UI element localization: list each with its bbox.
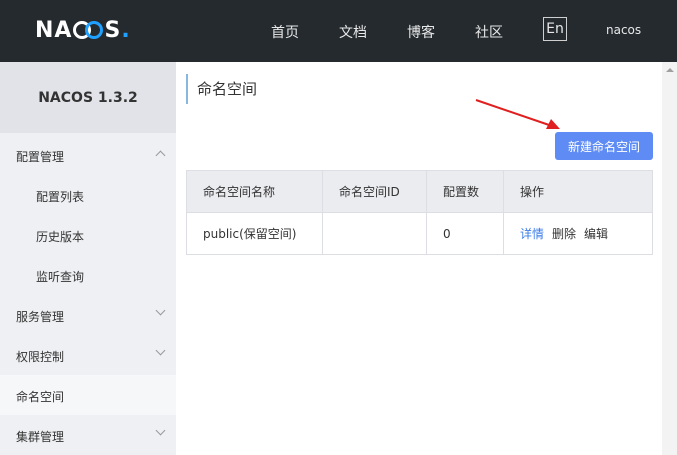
- sidebar-item-label: 配置管理: [16, 150, 65, 164]
- sidebar: NACOS 1.3.2 配置管理 配置列表 历史版本 监听查询 服务管理 权限控…: [0, 62, 176, 455]
- nav-docs[interactable]: 文档: [339, 22, 367, 42]
- top-navbar: NA S. 首页 文档 博客 社区 En nacos: [0, 0, 677, 62]
- logo-dot: .: [121, 17, 131, 43]
- create-namespace-button[interactable]: 新建命名空间: [555, 132, 653, 160]
- version-title: NACOS 1.3.2: [0, 62, 176, 133]
- sidebar-item-access-control[interactable]: 权限控制: [0, 335, 176, 375]
- chevron-up-icon: [155, 150, 166, 161]
- language-switch-button[interactable]: En: [543, 17, 567, 41]
- sidebar-item-service-management[interactable]: 服务管理: [0, 295, 176, 335]
- edit-link[interactable]: 编辑: [584, 227, 608, 241]
- sidebar-item-label: 权限控制: [16, 350, 65, 364]
- sidebar-item-label: 集群管理: [16, 430, 65, 444]
- actions-cell: 详情 删除 编辑: [503, 212, 653, 255]
- sidebar-item-cluster-management[interactable]: 集群管理: [0, 415, 176, 455]
- table-header-row: 命名空间名称 命名空间ID 配置数 操作: [186, 170, 653, 213]
- namespace-table: 命名空间名称 命名空间ID 配置数 操作 public(保留空间) 0 详情 删除…: [186, 170, 653, 255]
- column-header-actions: 操作: [503, 170, 653, 213]
- chevron-down-icon: [155, 305, 166, 316]
- logo-rings-icon: [73, 21, 104, 39]
- sidebar-item-history[interactable]: 历史版本: [0, 215, 176, 255]
- sidebar-item-label: 服务管理: [16, 310, 65, 324]
- sidebar-item-label: 监听查询: [36, 270, 85, 284]
- nav-community[interactable]: 社区: [475, 22, 503, 42]
- main-content: 命名空间 新建命名空间 命名空间名称 命名空间ID 配置数 操作 public(…: [176, 62, 662, 455]
- namespace-id-cell: [322, 212, 427, 255]
- scroll-up-arrow-icon[interactable]: [666, 68, 674, 72]
- page-title: 命名空间: [186, 74, 257, 104]
- sidebar-item-label: 命名空间: [16, 390, 65, 404]
- sidebar-item-config-list[interactable]: 配置列表: [0, 175, 176, 215]
- detail-link[interactable]: 详情: [520, 227, 544, 241]
- nacos-logo[interactable]: NA S.: [35, 14, 131, 46]
- column-header-id: 命名空间ID: [322, 170, 427, 213]
- column-header-count: 配置数: [426, 170, 504, 213]
- sidebar-item-namespace[interactable]: 命名空间: [0, 375, 176, 415]
- config-count-cell: 0: [426, 212, 504, 255]
- delete-link[interactable]: 删除: [552, 227, 576, 241]
- vertical-scrollbar[interactable]: [662, 62, 677, 455]
- logo-letter-s: S: [104, 17, 122, 43]
- nav-blog[interactable]: 博客: [407, 22, 435, 42]
- annotation-arrow-icon: [475, 99, 560, 129]
- username-menu[interactable]: nacos: [606, 23, 641, 37]
- sidebar-item-label: 配置列表: [36, 190, 85, 204]
- namespace-name-cell: public(保留空间): [186, 212, 323, 255]
- chevron-down-icon: [155, 425, 166, 436]
- logo-letter-a: A: [54, 17, 73, 43]
- sidebar-item-label: 历史版本: [36, 230, 85, 244]
- column-header-name: 命名空间名称: [186, 170, 323, 213]
- table-row: public(保留空间) 0 详情 删除 编辑: [186, 212, 653, 255]
- sidebar-item-config-management[interactable]: 配置管理: [0, 135, 176, 175]
- sidebar-item-listener-query[interactable]: 监听查询: [0, 255, 176, 295]
- nav-home[interactable]: 首页: [271, 22, 299, 42]
- logo-letter-n: N: [35, 17, 55, 43]
- chevron-down-icon: [155, 345, 166, 356]
